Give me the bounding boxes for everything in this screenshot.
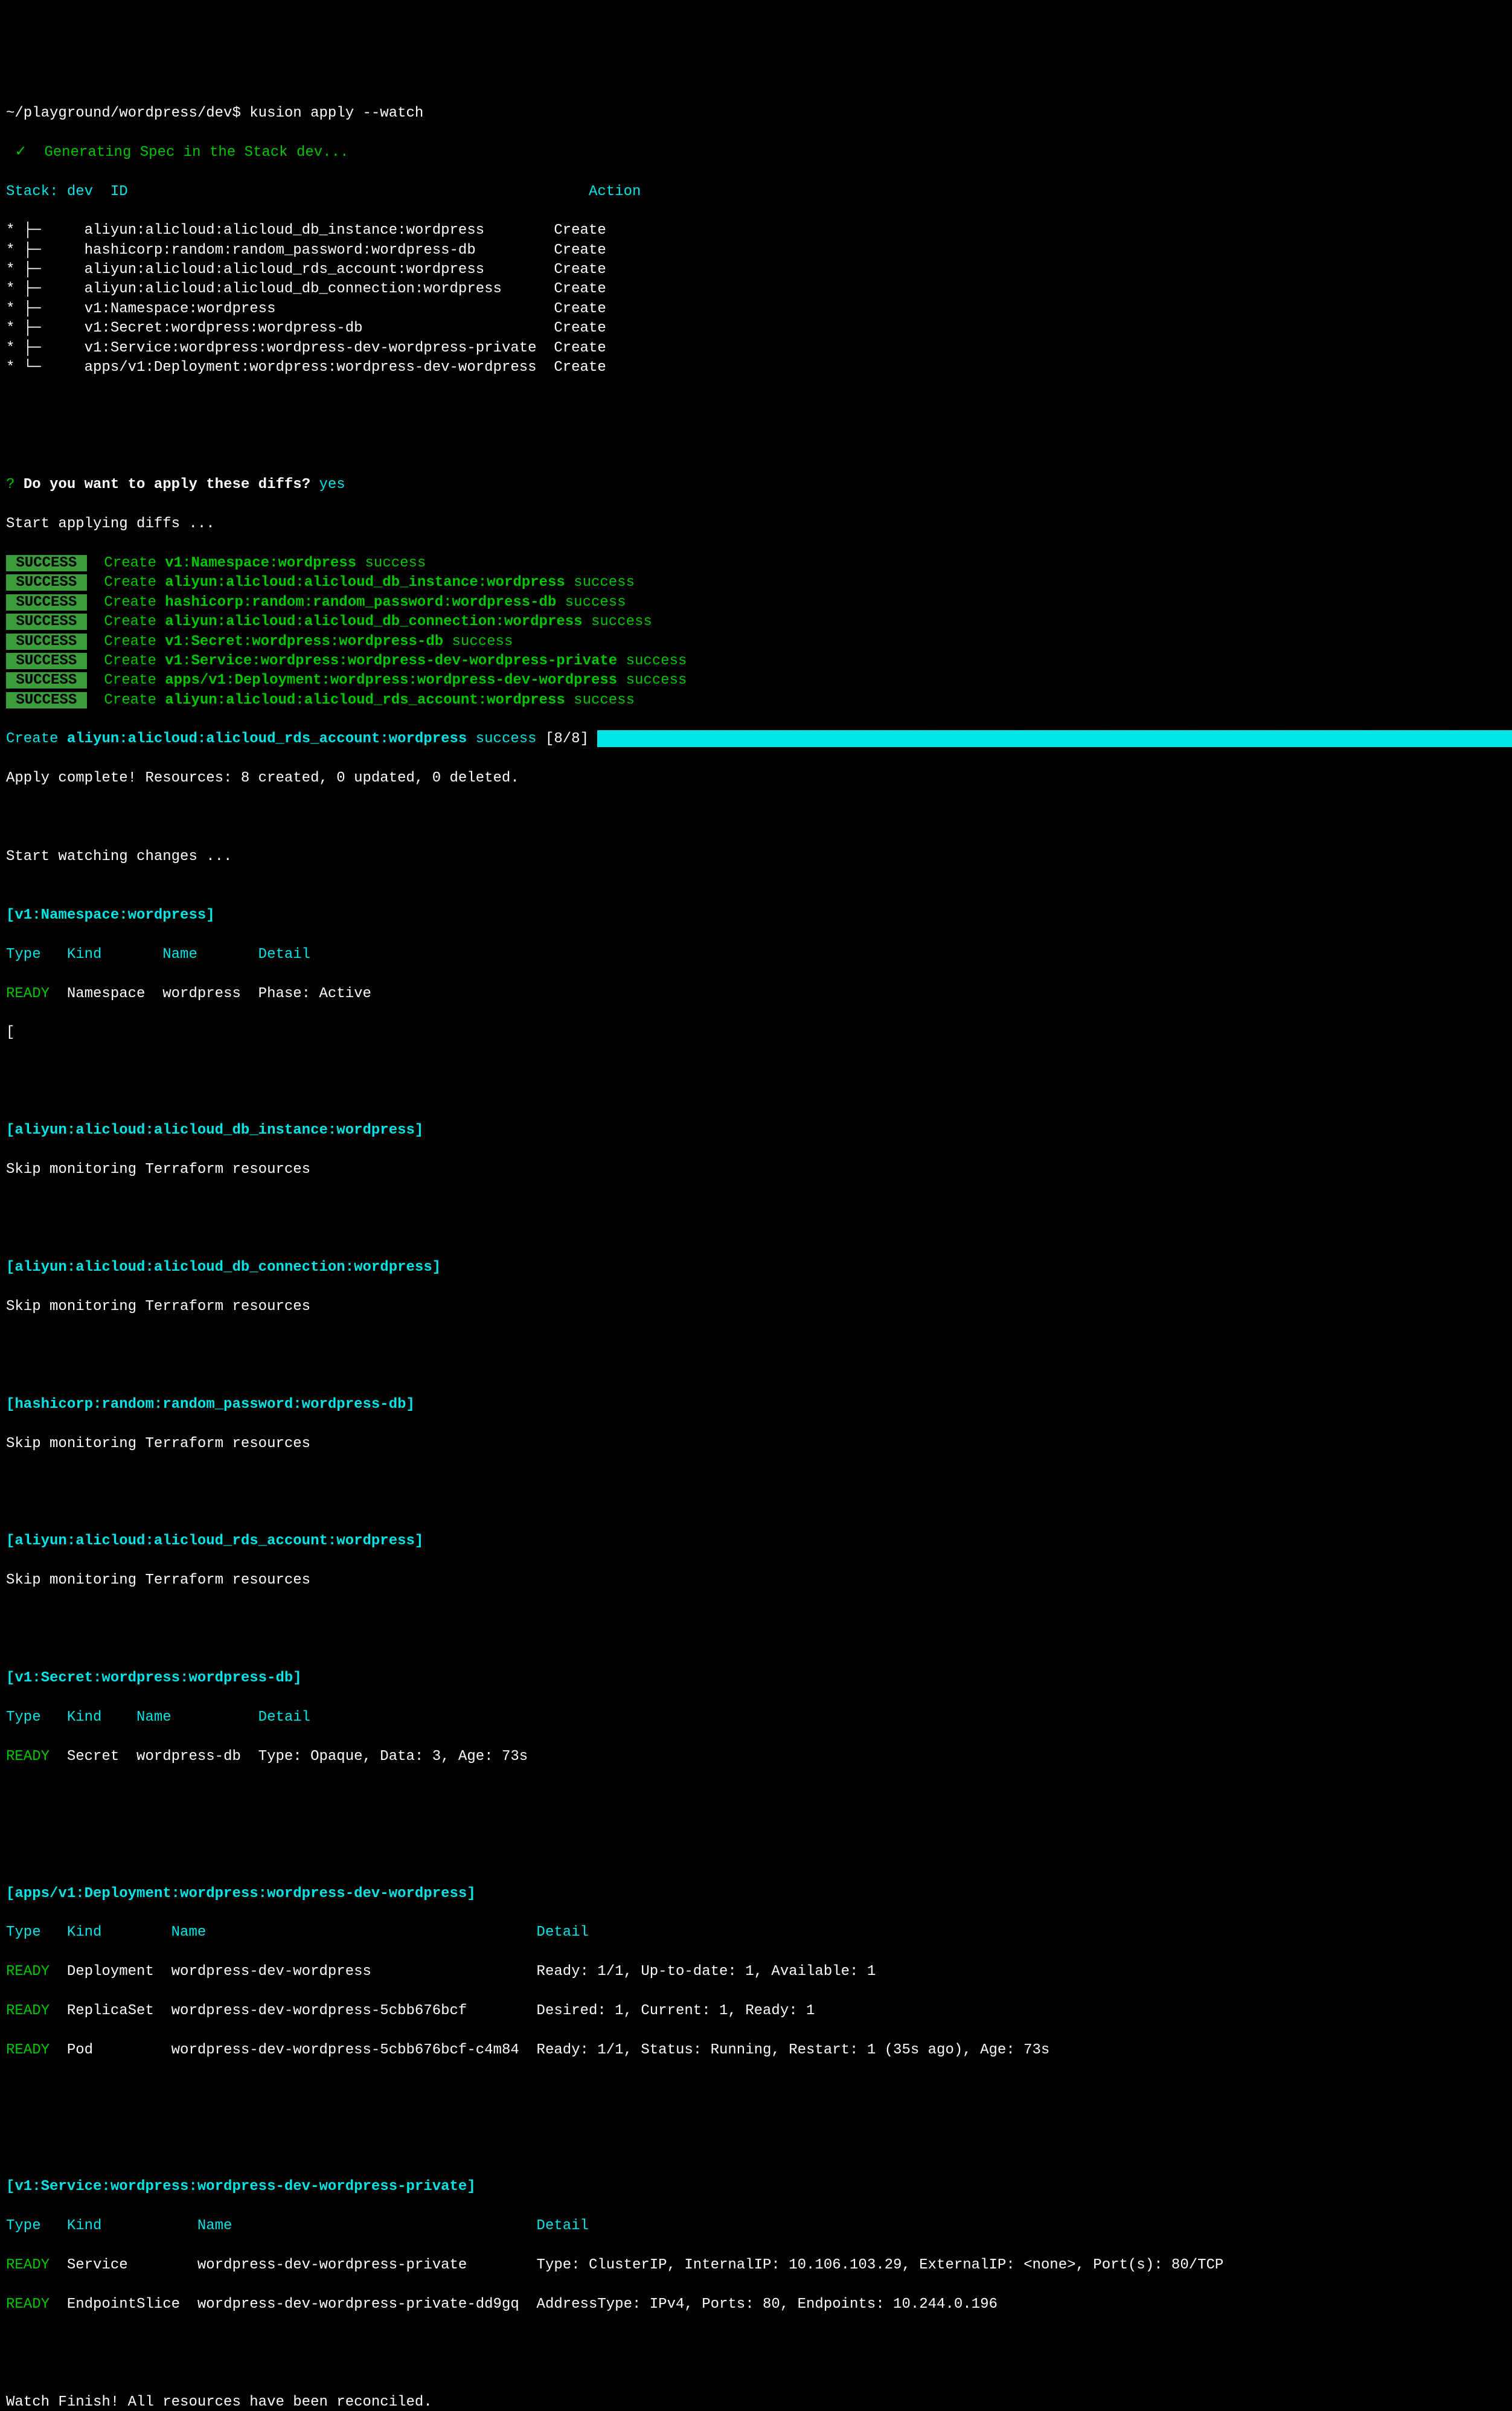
skip-msg: Skip monitoring Terraform resources [6,1160,1506,1180]
terminal[interactable]: ~/playground/wordpress/dev$ kusion apply… [6,85,1506,2411]
table-row: READY Deployment wordpress-dev-wordpress… [6,1962,1506,1982]
success-badge: SUCCESS [6,614,87,630]
success-badge: SUCCESS [6,594,87,611]
plan-header: Stack: dev ID Action [6,182,1506,202]
command: kusion apply --watch [249,105,423,121]
section-title: [v1:Secret:wordpress:wordpress-db] [6,1669,1506,1688]
plan-row: * ├─ v1:Service:wordpress:wordpress-dev-… [6,339,1506,358]
success-badge: SUCCESS [6,574,87,591]
watch-start: Start watching changes ... [6,847,1506,867]
section-title: [v1:Namespace:wordpress] [6,906,1506,925]
plan-row: * ├─ v1:Namespace:wordpress Create [6,300,1506,319]
success-row: SUCCESS Create v1:Namespace:wordpress su… [6,554,1506,573]
success-badge: SUCCESS [6,653,87,669]
start-apply: Start applying diffs ... [6,515,1506,534]
success-row: SUCCESS Create v1:Secret:wordpress:wordp… [6,632,1506,652]
section-title: [hashicorp:random:random_password:wordpr… [6,1395,1506,1414]
id-label: ID [93,184,128,200]
table-row: READY Namespace wordpress Phase: Active [6,984,1506,1004]
section-title: [aliyun:alicloud:alicloud_db_connection:… [6,1258,1506,1277]
success-badge: SUCCESS [6,692,87,708]
success-badge: SUCCESS [6,555,87,571]
success-row: SUCCESS Create aliyun:alicloud:alicloud_… [6,612,1506,632]
final-status: Create aliyun:alicloud:alicloud_rds_acco… [6,730,1506,749]
stack-label: Stack: dev [6,184,93,200]
table-header: Type Kind Name Detail [6,945,1506,965]
skip-msg: Skip monitoring Terraform resources [6,1297,1506,1317]
table-row: READY ReplicaSet wordpress-dev-wordpress… [6,2002,1506,2021]
table-row: READY EndpointSlice wordpress-dev-wordpr… [6,2295,1506,2314]
prompt: ~/playground/wordpress/dev$ [6,105,249,121]
table-header: Type Kind Name Detail [6,2217,1506,2236]
watch-finish: Watch Finish! All resources have been re… [6,2393,1506,2411]
blank [6,808,1506,827]
action-label: Action [128,184,641,200]
blank [6,2119,1506,2138]
blank [6,397,1506,417]
blank [6,1473,1506,1492]
blank [6,437,1506,456]
blank [6,1787,1506,1806]
plan-row: * ├─ v1:Secret:wordpress:wordpress-db Cr… [6,319,1506,338]
prompt-line: ~/playground/wordpress/dev$ kusion apply… [6,104,1506,123]
success-row: SUCCESS Create v1:Service:wordpress:word… [6,652,1506,671]
success-row: SUCCESS Create apps/v1:Deployment:wordpr… [6,671,1506,690]
skip-msg: Skip monitoring Terraform resources [6,1434,1506,1454]
plan-row: * ├─ aliyun:alicloud:alicloud_rds_accoun… [6,260,1506,280]
plan-row: * ├─ aliyun:alicloud:alicloud_db_instanc… [6,221,1506,240]
bracket: [ [6,1023,1506,1042]
blank [6,2334,1506,2353]
generating-line: ✓ Generating Spec in the Stack dev... [6,143,1506,162]
section-title: [apps/v1:Deployment:wordpress:wordpress-… [6,1884,1506,1904]
plan-row: * ├─ aliyun:alicloud:alicloud_db_connect… [6,280,1506,299]
plan-row: * └─ apps/v1:Deployment:wordpress:wordpr… [6,358,1506,377]
plan-rows: * ├─ aliyun:alicloud:alicloud_db_instanc… [6,221,1506,377]
table-row: READY Service wordpress-dev-wordpress-pr… [6,2256,1506,2275]
blank [6,1825,1506,1844]
plan-row: * ├─ hashicorp:random:random_password:wo… [6,241,1506,260]
blank [6,1337,1506,1356]
success-row: SUCCESS Create hashicorp:random:random_p… [6,593,1506,612]
blank [6,1199,1506,1219]
table-row: READY Pod wordpress-dev-wordpress-5cbb67… [6,2041,1506,2060]
blank [6,1062,1506,1082]
table-header: Type Kind Name Detail [6,1923,1506,1942]
success-badge: SUCCESS [6,672,87,689]
section-title: [aliyun:alicloud:alicloud_db_instance:wo… [6,1121,1506,1140]
confirm: ? Do you want to apply these diffs? yes [6,475,1506,495]
success-row: SUCCESS Create aliyun:alicloud:alicloud_… [6,573,1506,592]
section-title: [v1:Service:wordpress:wordpress-dev-word… [6,2177,1506,2197]
blank [6,1610,1506,1629]
success-row: SUCCESS Create aliyun:alicloud:alicloud_… [6,691,1506,710]
table-header: Type Kind Name Detail [6,1708,1506,1727]
blank [6,2079,1506,2099]
skip-msg: Skip monitoring Terraform resources [6,1571,1506,1590]
success-badge: SUCCESS [6,634,87,650]
table-row: READY Secret wordpress-db Type: Opaque, … [6,1747,1506,1767]
progress-bar: ████████████████████████████████████████… [597,731,1512,747]
apply-complete: Apply complete! Resources: 8 created, 0 … [6,769,1506,788]
success-rows: SUCCESS Create v1:Namespace:wordpress su… [6,554,1506,710]
section-title: [aliyun:alicloud:alicloud_rds_account:wo… [6,1532,1506,1551]
